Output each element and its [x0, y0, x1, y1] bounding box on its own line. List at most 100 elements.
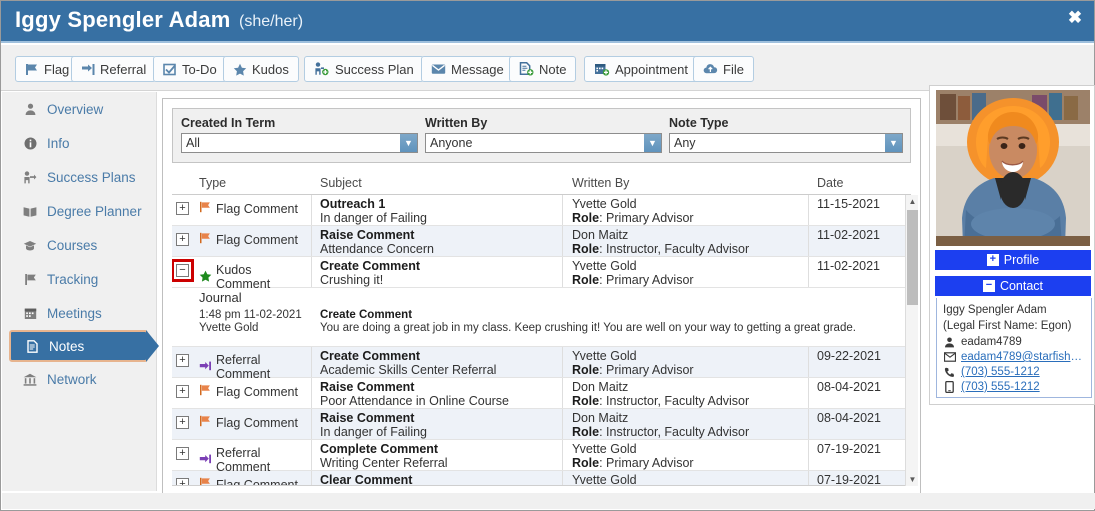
file-button[interactable]: File [693, 56, 754, 82]
contact-details: Iggy Spengler Adam (Legal First Name: Eg… [936, 298, 1092, 398]
column-header-subject[interactable]: Subject [320, 176, 362, 190]
sidebar-item-label: Network [47, 371, 97, 387]
journal-body: Create Comment You are doing a great job… [320, 309, 905, 335]
flag-button[interactable]: Flag [15, 56, 80, 82]
sidebar-item-degree-planner[interactable]: Degree Planner [2, 194, 156, 228]
row-expander[interactable]: − [172, 259, 194, 282]
chevron-down-icon[interactable]: ▼ [885, 134, 902, 152]
column-header-date[interactable]: Date [817, 176, 843, 190]
page-title: Iggy Spengler Adam [15, 7, 231, 32]
referral-button-label: Referral [100, 61, 147, 77]
scroll-up-icon[interactable]: ▲ [906, 195, 919, 208]
contact-username: eadam4789 [961, 336, 1022, 348]
message-button[interactable]: Message [421, 56, 514, 82]
flag-icon [199, 201, 212, 216]
note-button[interactable]: Note [509, 56, 577, 82]
contact-email-link[interactable]: eadam4789@starfishcolleg... [961, 351, 1085, 363]
subject-sub: In danger of Failing [320, 425, 428, 439]
sidebar-nav: Overview Info Success Plans Degree Plann… [2, 92, 162, 491]
sidebar-item-tracking[interactable]: Tracking [2, 262, 156, 296]
column-header-type[interactable]: Type [199, 176, 226, 190]
role-value: Primary Advisor [606, 363, 694, 377]
table-row[interactable]: + Flag Comment Raise Comment In danger o… [172, 409, 911, 440]
role-label: Role [572, 211, 600, 225]
flag-icon [199, 384, 212, 399]
row-expander[interactable]: + [176, 202, 189, 215]
contact-mobile-row: (703) 555-1212 [943, 381, 1085, 393]
role-value: Instructor, Faculty Advisor [606, 394, 750, 408]
referral-button[interactable]: Referral [71, 56, 157, 82]
cell-written-by: Don Maitz Role: Instructor, Faculty Advi… [572, 380, 812, 408]
cell-date: 07-19-2021 [817, 473, 881, 486]
info-icon [22, 137, 38, 150]
note-type-select[interactable]: Any ▼ [669, 133, 903, 153]
cell-written-by: Yvette Gold Role: Primary Advisor [572, 197, 812, 225]
sidebar-item-label: Success Plans [47, 169, 136, 185]
filters-bar: Created In Term All ▼ Written By Anyone … [172, 108, 911, 163]
kudos-button[interactable]: Kudos [223, 56, 299, 82]
cell-type-label: Flag Comment [216, 477, 298, 486]
cell-subject: Raise Comment In danger of Failing [320, 411, 560, 439]
cell-type-label: Flag Comment [216, 201, 298, 216]
note-add-icon [519, 62, 534, 76]
table-row[interactable]: + Flag Comment Clear Comment Needs Suppo… [172, 471, 911, 486]
row-expander[interactable]: + [176, 385, 189, 398]
row-expander[interactable]: + [176, 478, 189, 485]
table-row[interactable]: + Flag Comment Raise Comment Poor Attend… [172, 378, 911, 409]
row-expander[interactable]: + [176, 447, 189, 460]
chevron-down-icon[interactable]: ▼ [644, 134, 661, 152]
cell-type-label: Referral Comment [216, 353, 271, 381]
calendar-add-icon [594, 62, 610, 76]
cell-date: 09-22-2021 [817, 349, 881, 363]
subject-title: Raise Comment [320, 228, 415, 242]
role-label: Role [572, 363, 600, 377]
sidebar-item-info[interactable]: Info [2, 126, 156, 160]
row-expander[interactable]: + [176, 354, 189, 367]
table-row[interactable]: + Referral Comment Complete Comment Writ… [172, 440, 911, 474]
contact-phone-link[interactable]: (703) 555-1212 [961, 366, 1040, 378]
created-in-term-select[interactable]: All ▼ [181, 133, 418, 153]
cell-subject: Raise Comment Poor Attendance in Online … [320, 380, 560, 408]
table-scrollbar[interactable]: ▲ ▼ [905, 195, 918, 486]
table-row[interactable]: + Flag Comment Outreach 1 In danger of F… [172, 195, 911, 226]
sidebar-item-network[interactable]: Network [2, 362, 156, 396]
table-row[interactable]: + Flag Comment Raise Comment Attendance … [172, 226, 911, 257]
journal-author: Yvette Gold [199, 322, 259, 334]
envelope-icon [943, 352, 956, 362]
scroll-down-icon[interactable]: ▼ [906, 473, 919, 486]
pronouns-label: (she/her) [239, 13, 304, 30]
row-expander[interactable]: + [176, 233, 189, 246]
column-header-written-by[interactable]: Written By [572, 176, 629, 190]
sidebar-item-overview[interactable]: Overview [2, 92, 156, 126]
table-row[interactable]: + Referral Comment Create Comment Academ… [172, 347, 911, 381]
cell-type: Referral Comment [199, 446, 309, 474]
filter-written-by: Written By Anyone ▼ [425, 116, 662, 153]
document-icon [24, 339, 40, 353]
profile-accordion-label: Profile [1003, 253, 1040, 267]
success-plan-button[interactable]: Success Plan [304, 56, 424, 82]
contact-name: Iggy Spengler Adam [943, 304, 1047, 316]
journal-meta: 1:48 pm 11-02-2021 Yvette Gold [199, 309, 302, 335]
filter-note-type: Note Type Any ▼ [669, 116, 903, 153]
contact-mobile-link[interactable]: (703) 555-1212 [961, 381, 1040, 393]
role-label: Role [572, 425, 600, 439]
appointment-button[interactable]: Appointment [584, 56, 698, 82]
cell-type-label: Kudos Comment [216, 263, 271, 291]
row-expander[interactable]: + [176, 416, 189, 429]
scrollbar-thumb[interactable] [907, 210, 918, 305]
profile-accordion-button[interactable]: + Profile [935, 250, 1091, 270]
sidebar-item-label: Degree Planner [47, 203, 142, 219]
author-name: Yvette Gold [572, 259, 637, 273]
table-row[interactable]: − Kudos Comment Create Comment Crushing … [172, 257, 911, 291]
sidebar-item-notes[interactable]: Notes [9, 329, 162, 363]
contact-accordion-label: Contact [999, 279, 1044, 293]
contact-accordion-button[interactable]: − Contact [935, 276, 1091, 296]
sidebar-item-courses[interactable]: Courses [2, 228, 156, 262]
sidebar-item-label: Notes [49, 338, 85, 354]
sidebar-item-success-plans[interactable]: Success Plans [2, 160, 156, 194]
chevron-down-icon[interactable]: ▼ [400, 134, 417, 152]
close-icon[interactable]: ✖ [1064, 7, 1086, 29]
written-by-select[interactable]: Anyone ▼ [425, 133, 662, 153]
todo-button[interactable]: To-Do [153, 56, 227, 82]
sidebar-item-meetings[interactable]: Meetings [2, 296, 156, 330]
